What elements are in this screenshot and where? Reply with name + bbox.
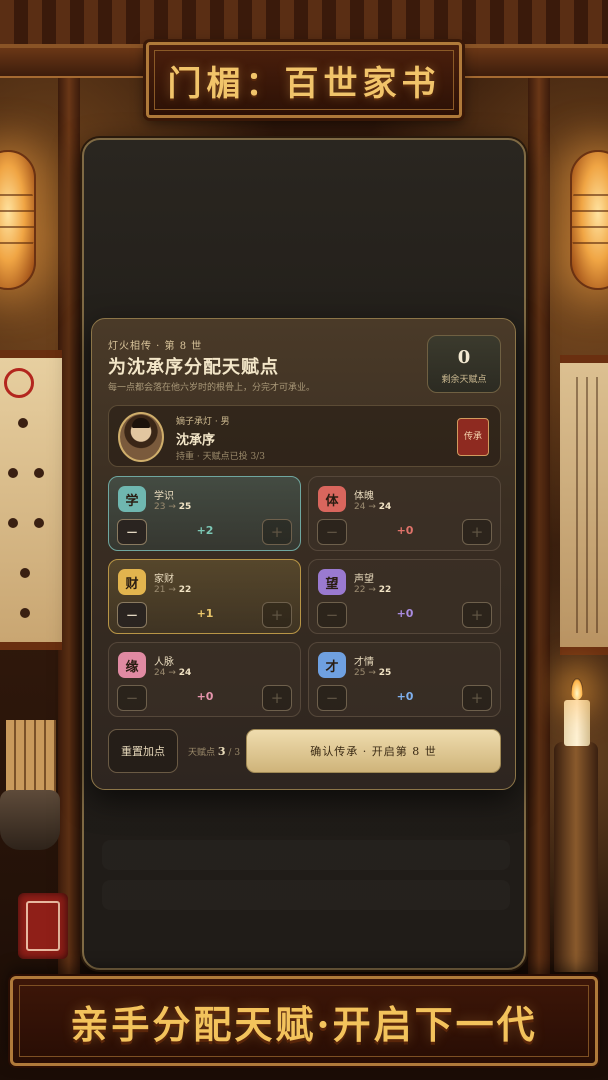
stat-delta: +2: [196, 524, 214, 537]
tree-node: [8, 518, 18, 528]
stat-increase-button[interactable]: +: [262, 602, 292, 628]
stat-range: 24 → 24: [354, 502, 392, 512]
stat-badge: 财: [118, 569, 146, 595]
red-seal-icon: [18, 893, 68, 959]
stat-range: 23 → 25: [154, 502, 192, 512]
remaining-points-label: 剩余天赋点: [441, 375, 487, 385]
arrow-right-icon: →: [168, 502, 176, 512]
arrow-right-icon: →: [368, 668, 376, 678]
stat-delta: +0: [396, 524, 414, 537]
stat-increase-button[interactable]: +: [462, 685, 492, 711]
arrow-right-icon: →: [368, 585, 376, 595]
stat-range: 21 → 22: [154, 585, 192, 595]
stat-tile-shengwang[interactable]: 望 声望 22 → 22 − +0 +: [308, 559, 501, 634]
stat-delta: +0: [196, 690, 214, 703]
points-tally: 天赋点 3 / 3: [188, 745, 241, 758]
stat-decrease-button[interactable]: −: [317, 519, 347, 545]
stat-delta: +0: [396, 690, 414, 703]
bamboo-slips-icon: [6, 720, 56, 796]
stat-name: 才情: [354, 657, 374, 668]
calligraphy-scroll: [560, 355, 608, 655]
stat-range: 24 → 24: [154, 668, 192, 678]
candlestick-icon: [554, 742, 598, 972]
stat-increase-button[interactable]: +: [262, 685, 292, 711]
remaining-points-box: 0 剩余天赋点: [427, 335, 501, 393]
stat-increase-button[interactable]: +: [462, 602, 492, 628]
arrow-right-icon: →: [168, 585, 176, 595]
stat-name: 家财: [154, 574, 174, 585]
stat-tile-xueshi[interactable]: 学 学识 23 → 25 − +2 +: [108, 476, 301, 551]
stat-badge: 才: [318, 652, 346, 678]
stat-name: 声望: [354, 574, 374, 585]
roof-tiles: [0, 0, 608, 48]
stat-tile-caiqing[interactable]: 才 才情 25 → 25 − +0 +: [308, 642, 501, 717]
heir-avatar: [118, 412, 164, 462]
stat-range: 22 → 22: [354, 585, 392, 595]
stat-decrease-button[interactable]: −: [117, 685, 147, 711]
reset-points-button[interactable]: 重置加点: [108, 729, 178, 773]
stat-delta: +1: [196, 607, 214, 620]
candle-icon: [564, 700, 590, 746]
heir-name: 沈承序: [176, 433, 216, 448]
tree-node: [34, 468, 44, 478]
stat-name: 体魄: [354, 491, 374, 502]
tree-node: [20, 568, 30, 578]
promo-banner: 亲手分配天赋·开启下一代: [10, 976, 598, 1066]
stat-tile-tipo[interactable]: 体 体魄 24 → 24 − +0 +: [308, 476, 501, 551]
tree-node: [18, 418, 28, 428]
stat-badge: 学: [118, 486, 146, 512]
family-tree-scroll: [0, 350, 62, 650]
stat-increase-button[interactable]: +: [462, 519, 492, 545]
background-row: [102, 840, 510, 870]
stat-name: 人脉: [154, 657, 174, 668]
inheritance-seal-badge: 传承: [457, 418, 489, 456]
talent-allocation-modal: 灯火相传 · 第 8 世 为沈承序分配天赋点 每一点都会落在他六岁时的根骨上，分…: [91, 318, 516, 790]
background-row: [102, 880, 510, 910]
confirm-inheritance-button[interactable]: 确认传承 · 开启第 8 世: [246, 729, 501, 773]
stat-decrease-button[interactable]: −: [317, 685, 347, 711]
stat-badge: 体: [318, 486, 346, 512]
title-plaque: 门楣：百世家书: [146, 42, 462, 118]
stat-tile-jiacai[interactable]: 财 家财 21 → 22 − +1 +: [108, 559, 301, 634]
modal-title: 为沈承序分配天赋点: [108, 357, 279, 378]
brush-pot-icon: [0, 790, 60, 850]
stat-decrease-button[interactable]: −: [317, 602, 347, 628]
stat-tile-renmai[interactable]: 缘 人脉 24 → 24 − +0 +: [108, 642, 301, 717]
lantern-left-icon: [0, 150, 36, 290]
generation-eyebrow: 灯火相传 · 第 8 世: [108, 341, 203, 352]
right-pillar: [528, 78, 550, 978]
heir-card: 嫡子承灯 · 男 沈承序 持重 · 天赋点已投 3/3 传承: [108, 405, 501, 467]
stat-range: 25 → 25: [354, 668, 392, 678]
flame-icon: [571, 678, 583, 700]
heir-status: 持重 · 天赋点已投 3/3: [176, 452, 265, 462]
remaining-points-value: 0: [457, 347, 471, 368]
modal-subtitle: 每一点都会落在他六岁时的根骨上，分完才可承业。: [108, 383, 316, 393]
stat-badge: 缘: [118, 652, 146, 678]
tree-node: [20, 608, 30, 618]
heir-tag: 嫡子承灯 · 男: [176, 417, 230, 427]
tree-node: [8, 468, 18, 478]
stat-increase-button[interactable]: +: [262, 519, 292, 545]
lantern-right-icon: [570, 150, 608, 290]
chinese-knot-icon: [4, 368, 34, 398]
arrow-right-icon: →: [368, 502, 376, 512]
stat-badge: 望: [318, 569, 346, 595]
stat-name: 学识: [154, 491, 174, 502]
arrow-right-icon: →: [168, 668, 176, 678]
stat-decrease-button[interactable]: −: [117, 519, 147, 545]
stat-delta: +0: [396, 607, 414, 620]
stat-decrease-button[interactable]: −: [117, 602, 147, 628]
tree-node: [34, 518, 44, 528]
